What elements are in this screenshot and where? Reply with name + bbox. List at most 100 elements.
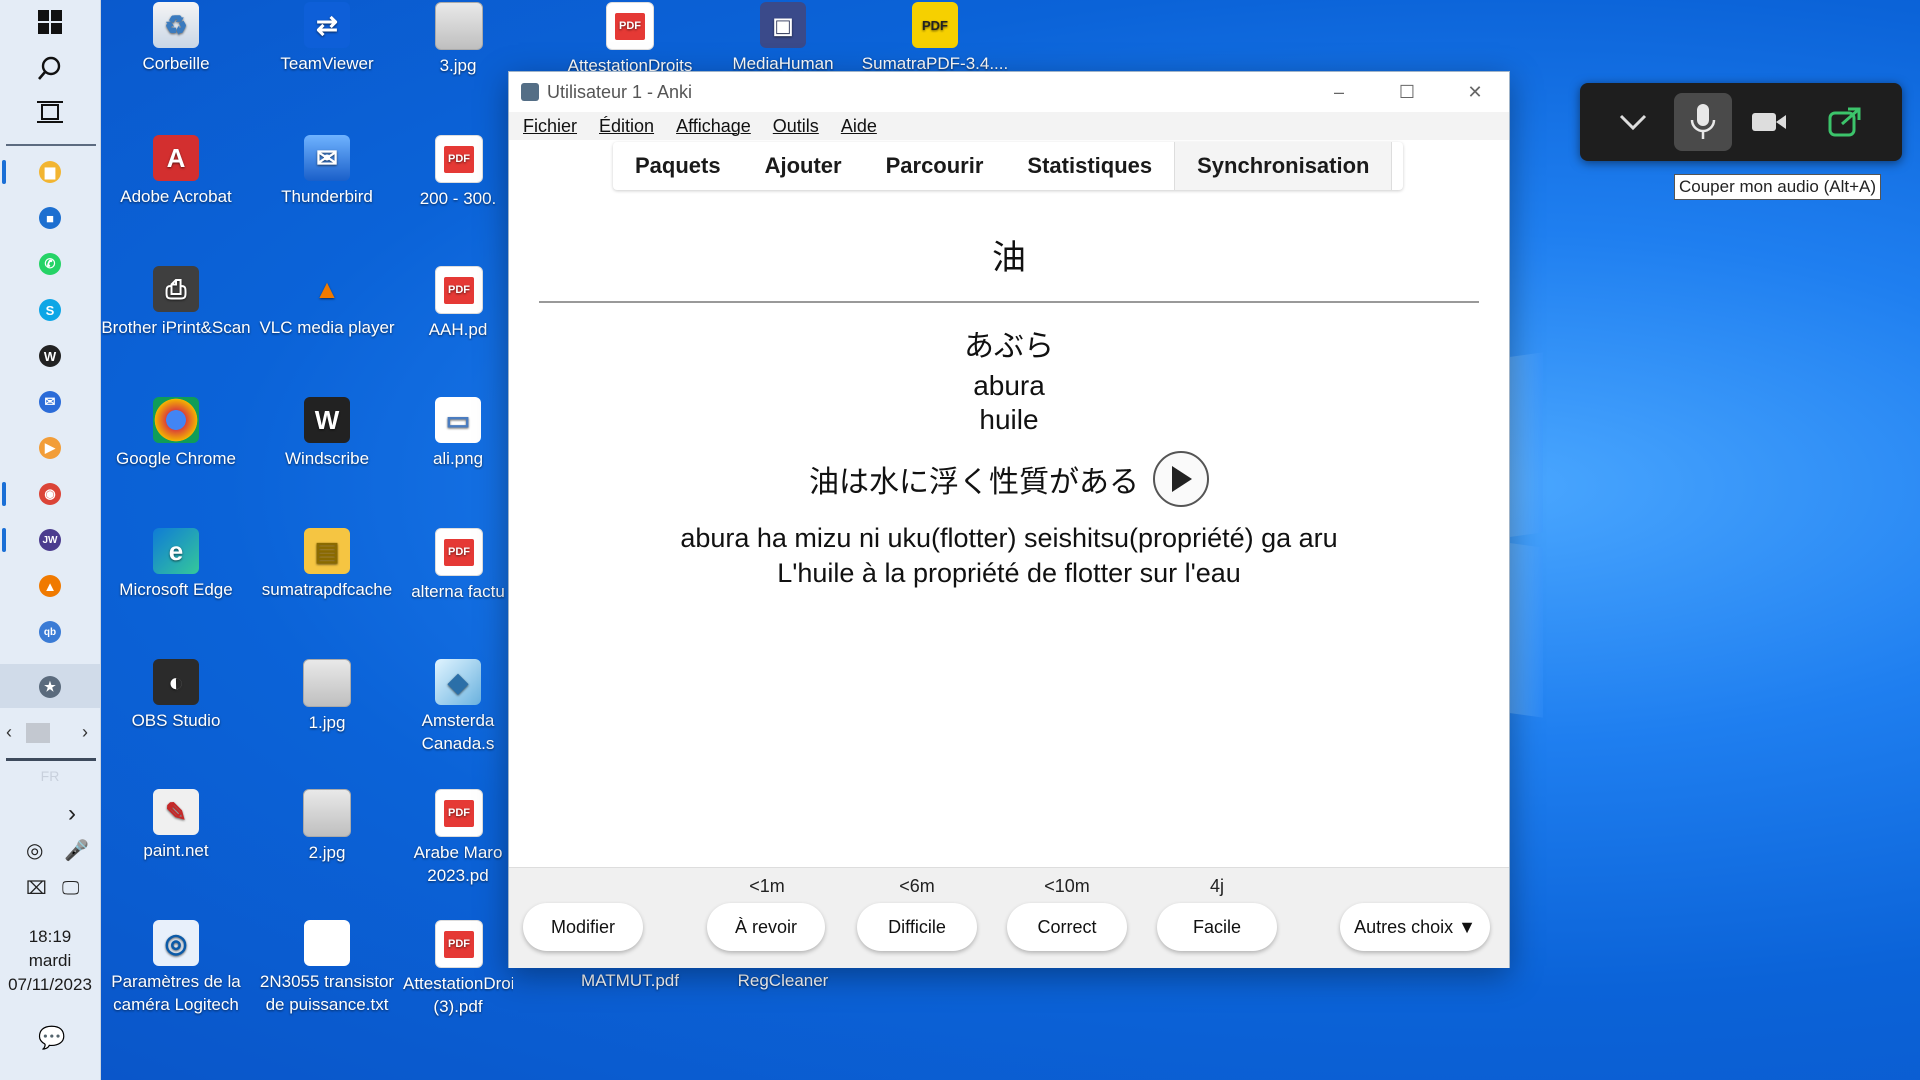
- video-camera-button[interactable]: [1740, 93, 1798, 151]
- desktop-icon[interactable]: PDF Arabe Maro 2023.pd: [403, 789, 513, 887]
- desktop-icon-label: Adobe Acrobat: [120, 187, 232, 206]
- hard-button[interactable]: Difficile: [857, 903, 977, 951]
- desktop-icon-label: Thunderbird: [281, 187, 373, 206]
- maximize-button[interactable]: ☐: [1373, 72, 1441, 112]
- scroll-right-icon[interactable]: ›: [82, 722, 88, 743]
- chevron-down-icon[interactable]: [1604, 93, 1662, 151]
- desktop-icon[interactable]: 2.jpg: [252, 789, 402, 864]
- taskbar-scrollbar[interactable]: ‹ ›: [0, 720, 100, 746]
- microphone-icon: [1690, 104, 1716, 139]
- scroll-thumb[interactable]: [26, 723, 50, 743]
- desktop-icon[interactable]: A Adobe Acrobat: [101, 135, 251, 208]
- good-button[interactable]: Correct: [1007, 903, 1127, 951]
- tab-synchronisation[interactable]: Synchronisation: [1174, 142, 1393, 190]
- taskbar-separator: [6, 758, 96, 761]
- task-view-icon[interactable]: [36, 98, 64, 126]
- clock-day[interactable]: mardi: [0, 949, 100, 973]
- more-options-button[interactable]: Autres choix ▼: [1340, 903, 1490, 951]
- tab-paquets[interactable]: Paquets: [613, 142, 743, 190]
- example-sentence-row: 油は水に浮く性質がある: [509, 451, 1509, 507]
- desktop-icon-label[interactable]: RegCleaner: [708, 969, 858, 992]
- desktop-icon[interactable]: ⎙ Brother iPrint&Scan: [101, 266, 251, 339]
- pdf-file-icon: PDF: [435, 789, 483, 837]
- jw-icon[interactable]: JW: [36, 526, 64, 554]
- anki-app-icon: [521, 83, 539, 101]
- close-button[interactable]: ✕: [1441, 72, 1509, 112]
- clock-date[interactable]: 07/11/2023: [0, 973, 100, 997]
- notification-icon[interactable]: 💬: [38, 1025, 65, 1051]
- card-content: 油 あぶら abura huile 油は水に浮く性質がある abura ha m…: [509, 212, 1509, 591]
- network-icon[interactable]: ⌧: [26, 878, 47, 899]
- windows-start-icon[interactable]: [36, 8, 64, 36]
- skype-icon[interactable]: S: [36, 296, 64, 324]
- app-icon: ✉: [304, 135, 350, 181]
- tab-parcourir[interactable]: Parcourir: [864, 142, 1006, 190]
- menu-fichier[interactable]: Fichier: [523, 116, 577, 137]
- desktop-icon-label: AAH.pd: [428, 320, 488, 339]
- desktop-icon[interactable]: ◐ OBS Studio: [101, 659, 251, 732]
- desktop-icon[interactable]: W Windscribe: [252, 397, 402, 470]
- file-explorer-icon[interactable]: ▆: [36, 158, 64, 186]
- menu-aide[interactable]: Aide: [841, 116, 877, 137]
- desktop-icon[interactable]: ▲ VLC media player: [252, 266, 402, 339]
- again-button[interactable]: À revoir: [707, 903, 825, 951]
- menu-edition[interactable]: Édition: [599, 116, 654, 137]
- anki-taskbar-icon[interactable]: ★: [36, 673, 64, 701]
- display-icon[interactable]: 🖵: [62, 878, 79, 899]
- search-icon[interactable]: [36, 54, 64, 82]
- desktop-icon[interactable]: ⇄ TeamViewer: [252, 2, 402, 75]
- desktop-icon[interactable]: PDF AAH.pd: [403, 266, 513, 341]
- desktop-icon-label: Brother iPrint&Scan: [101, 318, 251, 337]
- vlc-icon[interactable]: ▲: [36, 572, 64, 600]
- desktop-icon[interactable]: ♻ Corbeille: [101, 2, 251, 75]
- language-indicator[interactable]: FR: [0, 768, 100, 784]
- menu-affichage[interactable]: Affichage: [676, 116, 751, 137]
- qbittorrent-icon[interactable]: qb: [36, 618, 64, 646]
- meeting-toolbar: [1580, 83, 1902, 161]
- mute-audio-button[interactable]: [1674, 93, 1732, 151]
- microphone-icon[interactable]: 🎤: [64, 838, 89, 863]
- desktop-icon[interactable]: PDF AttestationDroits (3).pdf: [403, 920, 513, 1018]
- minimize-button[interactable]: –: [1305, 72, 1373, 112]
- desktop-icon[interactable]: PDF SumatraPDF-3.4....: [860, 2, 1010, 75]
- chevron-right-icon[interactable]: ›: [68, 800, 76, 828]
- desktop-icon[interactable]: PDF AttestationDroits: [555, 2, 705, 77]
- desktop-icon[interactable]: ▤ sumatrapdfcache: [252, 528, 402, 601]
- desktop-icon[interactable]: 1.jpg: [252, 659, 402, 734]
- desktop-icon[interactable]: 3.jpg: [403, 2, 513, 77]
- play-audio-button[interactable]: [1153, 451, 1209, 507]
- clock-time[interactable]: 18:19: [0, 925, 100, 949]
- desktop-icon[interactable]: PDF alterna factu: [403, 528, 513, 603]
- microsoft-store-icon[interactable]: ■: [36, 204, 64, 232]
- app-icon: ◐: [153, 659, 199, 705]
- desktop-icon[interactable]: PDF 200 - 300.: [403, 135, 513, 210]
- desktop-icon-label: 1.jpg: [308, 713, 346, 732]
- whatsapp-icon[interactable]: ✆: [36, 250, 64, 278]
- windscribe-icon[interactable]: W: [36, 342, 64, 370]
- thunderbird-icon[interactable]: ✉: [36, 388, 64, 416]
- share-screen-button[interactable]: [1816, 93, 1874, 151]
- desktop-icon[interactable]: 2N3055 transistor de puissance.txt: [252, 920, 402, 1016]
- easy-button[interactable]: Facile: [1157, 903, 1277, 951]
- desktop-icon-label[interactable]: MATMUT.pdf: [555, 969, 705, 992]
- desktop-icon[interactable]: ✎ paint.net: [101, 789, 251, 862]
- pdf-file-icon: PDF: [435, 920, 483, 968]
- desktop-icon[interactable]: e Microsoft Edge: [101, 528, 251, 601]
- desktop-icon[interactable]: ▭ ali.png: [403, 397, 513, 470]
- scroll-left-icon[interactable]: ‹: [6, 722, 12, 743]
- card-reading: あぶら: [964, 330, 1054, 363]
- media-player-icon[interactable]: ▶: [36, 434, 64, 462]
- tab-ajouter[interactable]: Ajouter: [743, 142, 864, 190]
- desktop-icon[interactable]: ✉ Thunderbird: [252, 135, 402, 208]
- menu-outils[interactable]: Outils: [773, 116, 819, 137]
- chrome-icon[interactable]: ◉: [36, 480, 64, 508]
- desktop-icon[interactable]: ◎ Paramètres de la caméra Logitech: [101, 920, 251, 1016]
- desktop-icon[interactable]: ▣ MediaHuman: [708, 2, 858, 75]
- webcam-icon[interactable]: ◎: [26, 838, 43, 863]
- tab-statistiques[interactable]: Statistiques: [1005, 142, 1174, 190]
- interval-hard: <6m: [899, 876, 935, 896]
- desktop-icon-label: AttestationDroits (3).pdf: [403, 974, 513, 1016]
- desktop-icon[interactable]: Google Chrome: [101, 397, 251, 470]
- desktop-icon[interactable]: ◆ Amsterda Canada.s: [403, 659, 513, 755]
- edit-button[interactable]: Modifier: [523, 903, 643, 951]
